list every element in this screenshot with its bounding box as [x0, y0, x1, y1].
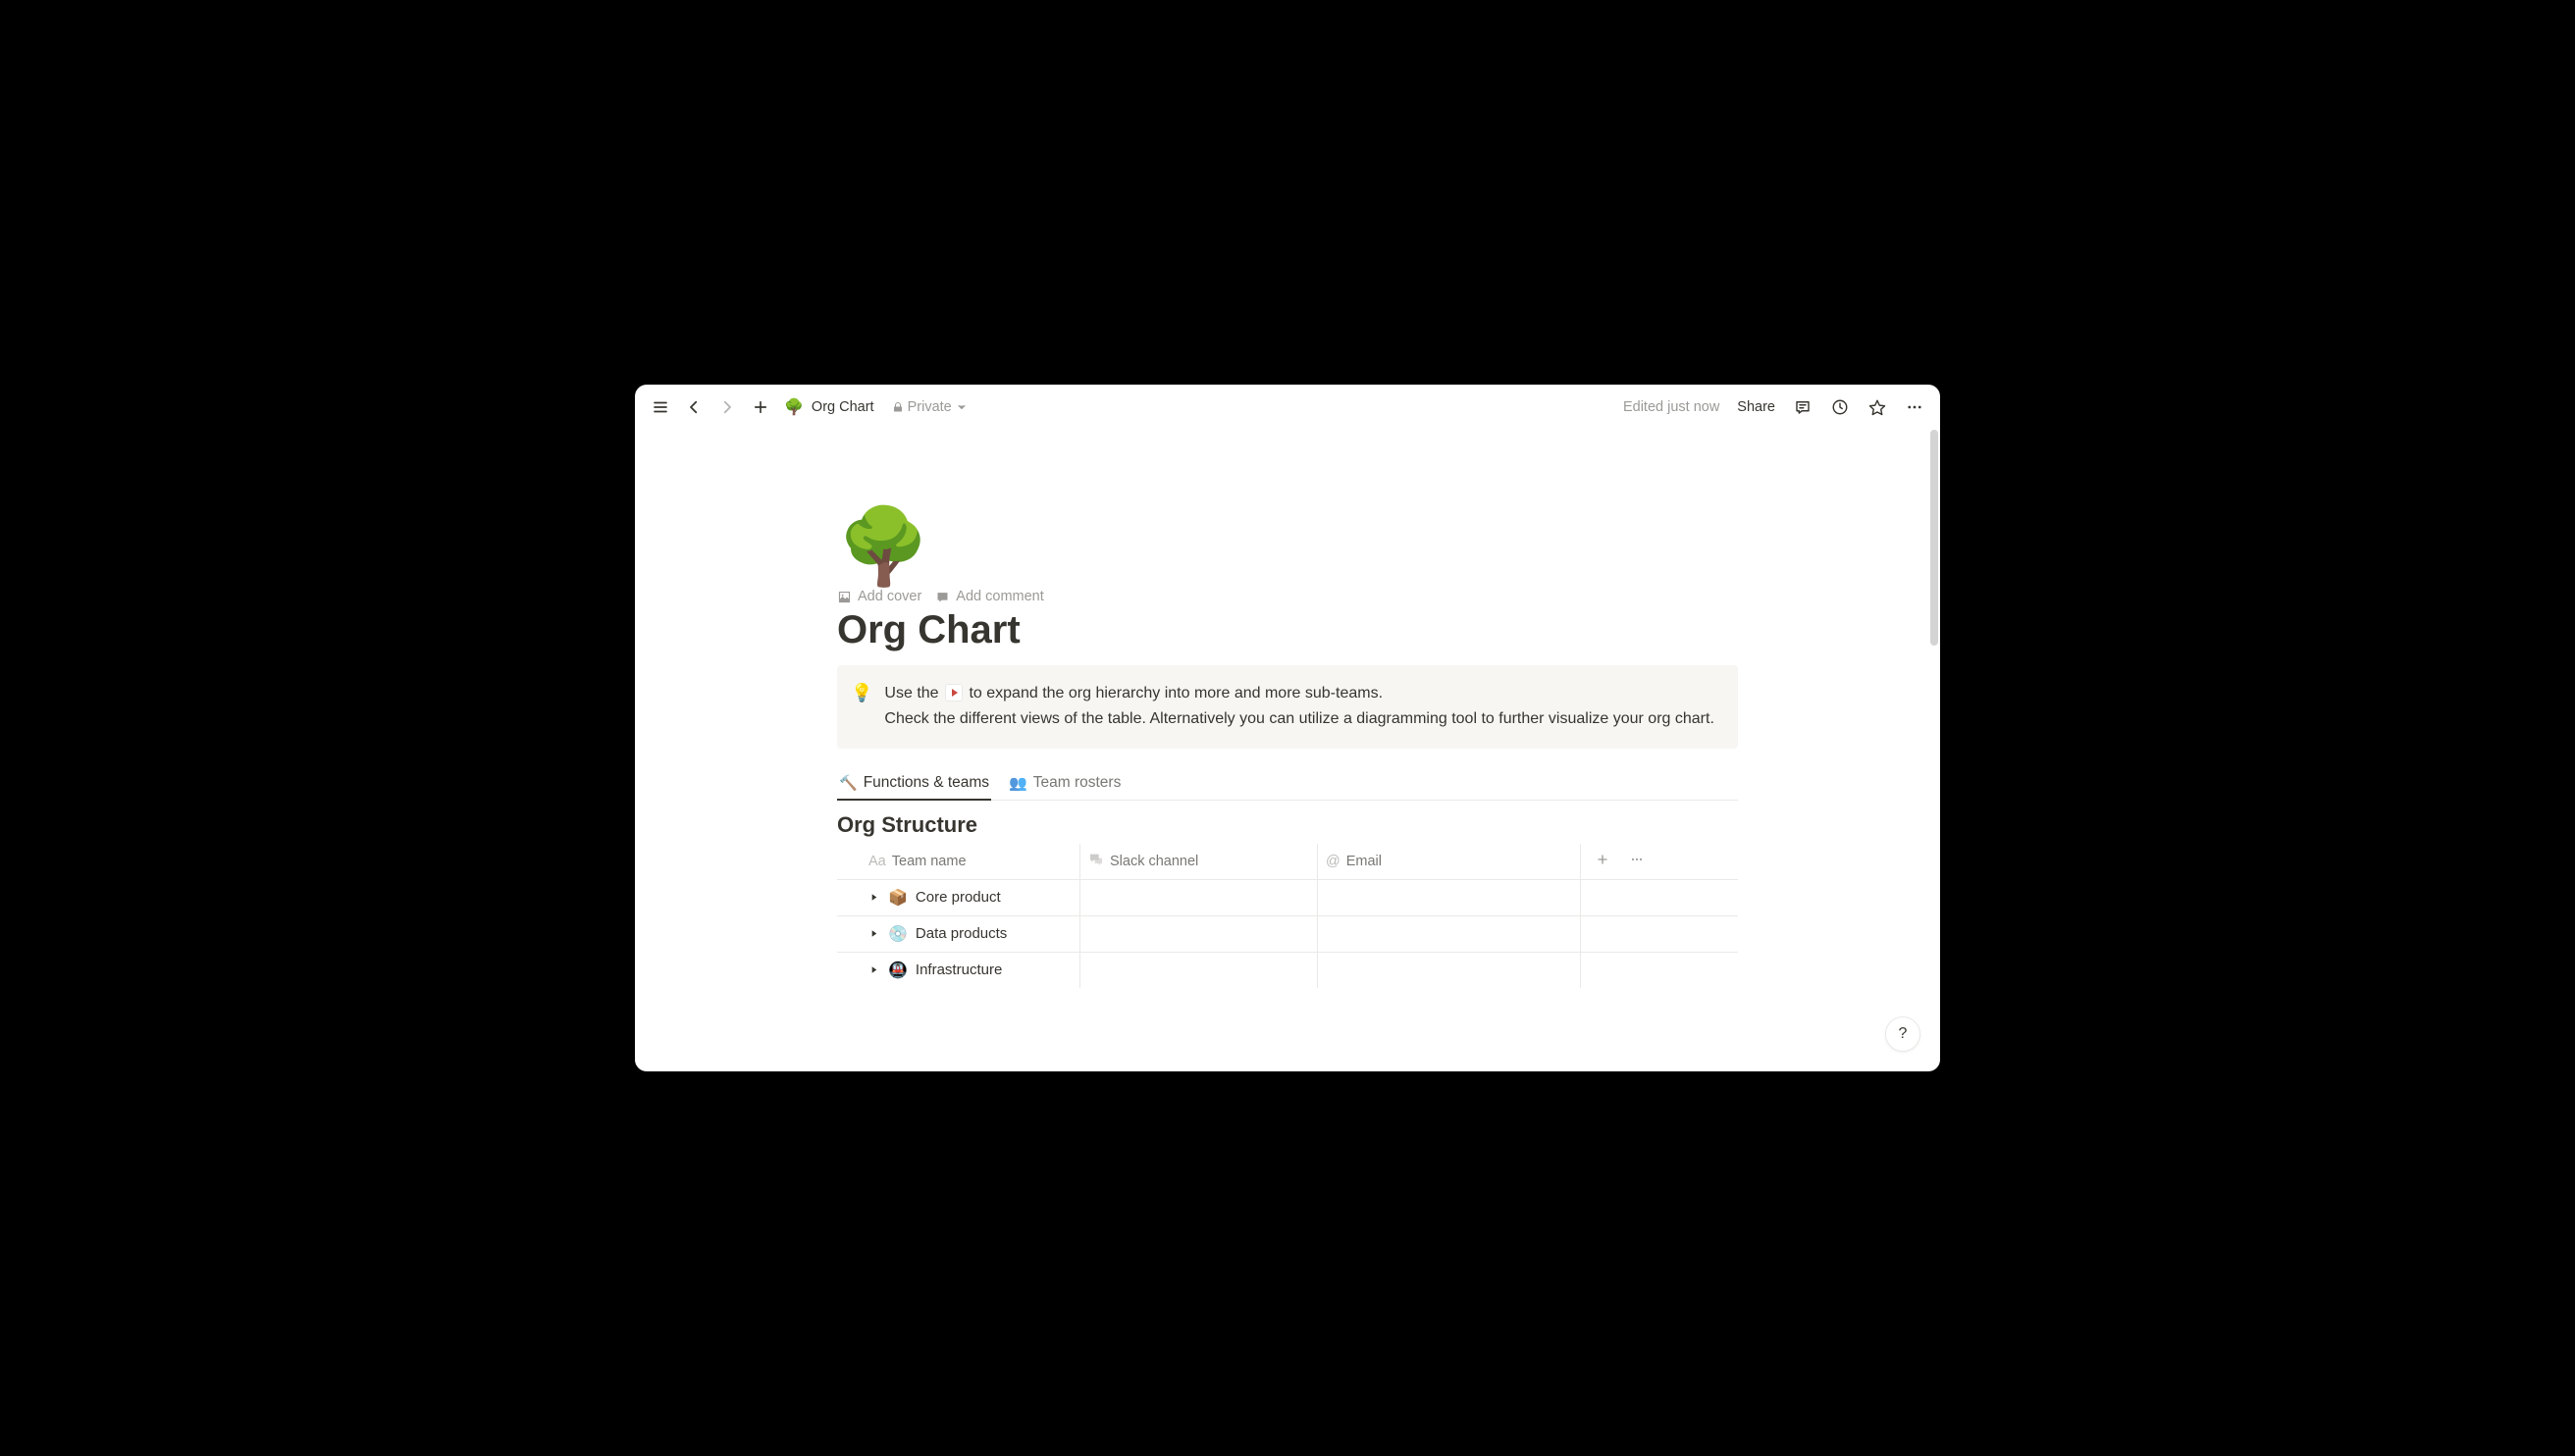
cell-team-name[interactable]: 📦 Core product [837, 880, 1080, 915]
add-cover-button[interactable]: Add cover [837, 589, 921, 604]
more-icon[interactable] [1905, 397, 1924, 417]
row-name-text: Data products [916, 925, 1007, 942]
cell-empty [1581, 880, 1738, 915]
edited-timestamp: Edited just now [1623, 399, 1719, 415]
table-header: Aa Team name Slack channel @ Email [837, 844, 1738, 880]
callout-block[interactable]: 💡 Use the to expand the org hierarchy in… [837, 665, 1738, 749]
add-cover-label: Add cover [858, 589, 921, 604]
speech-icon [1088, 852, 1104, 871]
cell-empty [1581, 916, 1738, 952]
tab-label: Functions & teams [864, 774, 989, 792]
page-actions: Add cover Add comment [837, 589, 1738, 604]
page-title[interactable]: Org Chart [837, 606, 1738, 653]
cell-email[interactable] [1318, 880, 1581, 915]
comments-icon[interactable] [1793, 397, 1813, 417]
tab-team-rosters[interactable]: 👥 Team rosters [1007, 768, 1123, 800]
content-area: 🌳 Add cover Add comment Org Chart 💡 Use … [635, 430, 1940, 1071]
callout-text: Use the to expand the org hierarchy into… [884, 681, 1713, 733]
toggle-triangle-icon [945, 684, 963, 702]
lock-icon [892, 400, 904, 414]
breadcrumb[interactable]: 🌳 Org Chart [784, 397, 874, 417]
cell-slack[interactable] [1080, 916, 1318, 952]
privacy-indicator[interactable]: Private [892, 399, 968, 415]
text-type-icon: Aa [868, 854, 886, 869]
new-page-button[interactable] [751, 397, 770, 417]
row-emoji-icon: 📦 [888, 888, 908, 908]
row-name-text: Infrastructure [916, 962, 1002, 978]
table-row[interactable]: 📦 Core product [837, 880, 1738, 916]
hammer-icon: 🔨 [839, 774, 858, 792]
forward-button[interactable] [717, 397, 737, 417]
column-header-email[interactable]: @ Email [1318, 844, 1581, 879]
row-name-text: Core product [916, 889, 1001, 906]
row-emoji-icon: 💿 [888, 924, 908, 944]
row-emoji-icon: 🚇 [888, 961, 908, 980]
column-header-name[interactable]: Aa Team name [837, 844, 1080, 879]
help-button[interactable]: ? [1885, 1016, 1920, 1052]
topbar: 🌳 Org Chart Private Edited just now Shar… [635, 385, 1940, 430]
cell-empty [1581, 953, 1738, 988]
updates-icon[interactable] [1830, 397, 1850, 417]
expand-toggle[interactable] [868, 928, 880, 939]
cell-team-name[interactable]: 🚇 Infrastructure [837, 953, 1080, 988]
table-row[interactable]: 💿 Data products [837, 916, 1738, 953]
image-icon [837, 590, 852, 604]
add-comment-label: Add comment [956, 589, 1043, 604]
menu-icon[interactable] [651, 397, 670, 417]
column-header-slack[interactable]: Slack channel [1080, 844, 1318, 879]
tab-label: Team rosters [1033, 774, 1122, 792]
cell-email[interactable] [1318, 953, 1581, 988]
cell-team-name[interactable]: 💿 Data products [837, 916, 1080, 952]
add-comment-button[interactable]: Add comment [935, 589, 1043, 604]
favorite-icon[interactable] [1867, 397, 1887, 417]
breadcrumb-page-title: Org Chart [812, 399, 874, 415]
expand-toggle[interactable] [868, 964, 880, 975]
section-title[interactable]: Org Structure [837, 812, 1738, 838]
column-header-actions [1581, 844, 1654, 879]
topbar-left: 🌳 Org Chart Private [651, 397, 1615, 417]
scrollbar[interactable] [1930, 430, 1938, 646]
expand-toggle[interactable] [868, 892, 880, 903]
cell-slack[interactable] [1080, 880, 1318, 915]
cell-email[interactable] [1318, 916, 1581, 952]
table: Aa Team name Slack channel @ Email [837, 844, 1738, 988]
topbar-right: Edited just now Share [1623, 397, 1924, 417]
share-button[interactable]: Share [1737, 399, 1775, 415]
page-icon[interactable]: 🌳 [837, 510, 1738, 585]
comment-icon [935, 590, 950, 604]
callout-lightbulb-icon: 💡 [851, 681, 872, 733]
chevron-down-icon [956, 400, 968, 414]
page-container: 🌳 Add cover Add comment Org Chart 💡 Use … [743, 510, 1832, 1027]
back-button[interactable] [684, 397, 704, 417]
view-tabs: 🔨 Functions & teams 👥 Team rosters [837, 768, 1738, 801]
privacy-label: Private [908, 399, 952, 415]
tab-functions-teams[interactable]: 🔨 Functions & teams [837, 768, 991, 800]
breadcrumb-page-icon: 🌳 [784, 397, 804, 417]
people-icon: 👥 [1009, 774, 1027, 792]
cell-slack[interactable] [1080, 953, 1318, 988]
app-window: 🌳 Org Chart Private Edited just now Shar… [635, 385, 1940, 1071]
add-column-button[interactable] [1595, 852, 1610, 871]
table-row[interactable]: 🚇 Infrastructure [837, 953, 1738, 988]
at-icon: @ [1326, 854, 1340, 869]
column-more-button[interactable] [1628, 852, 1646, 871]
